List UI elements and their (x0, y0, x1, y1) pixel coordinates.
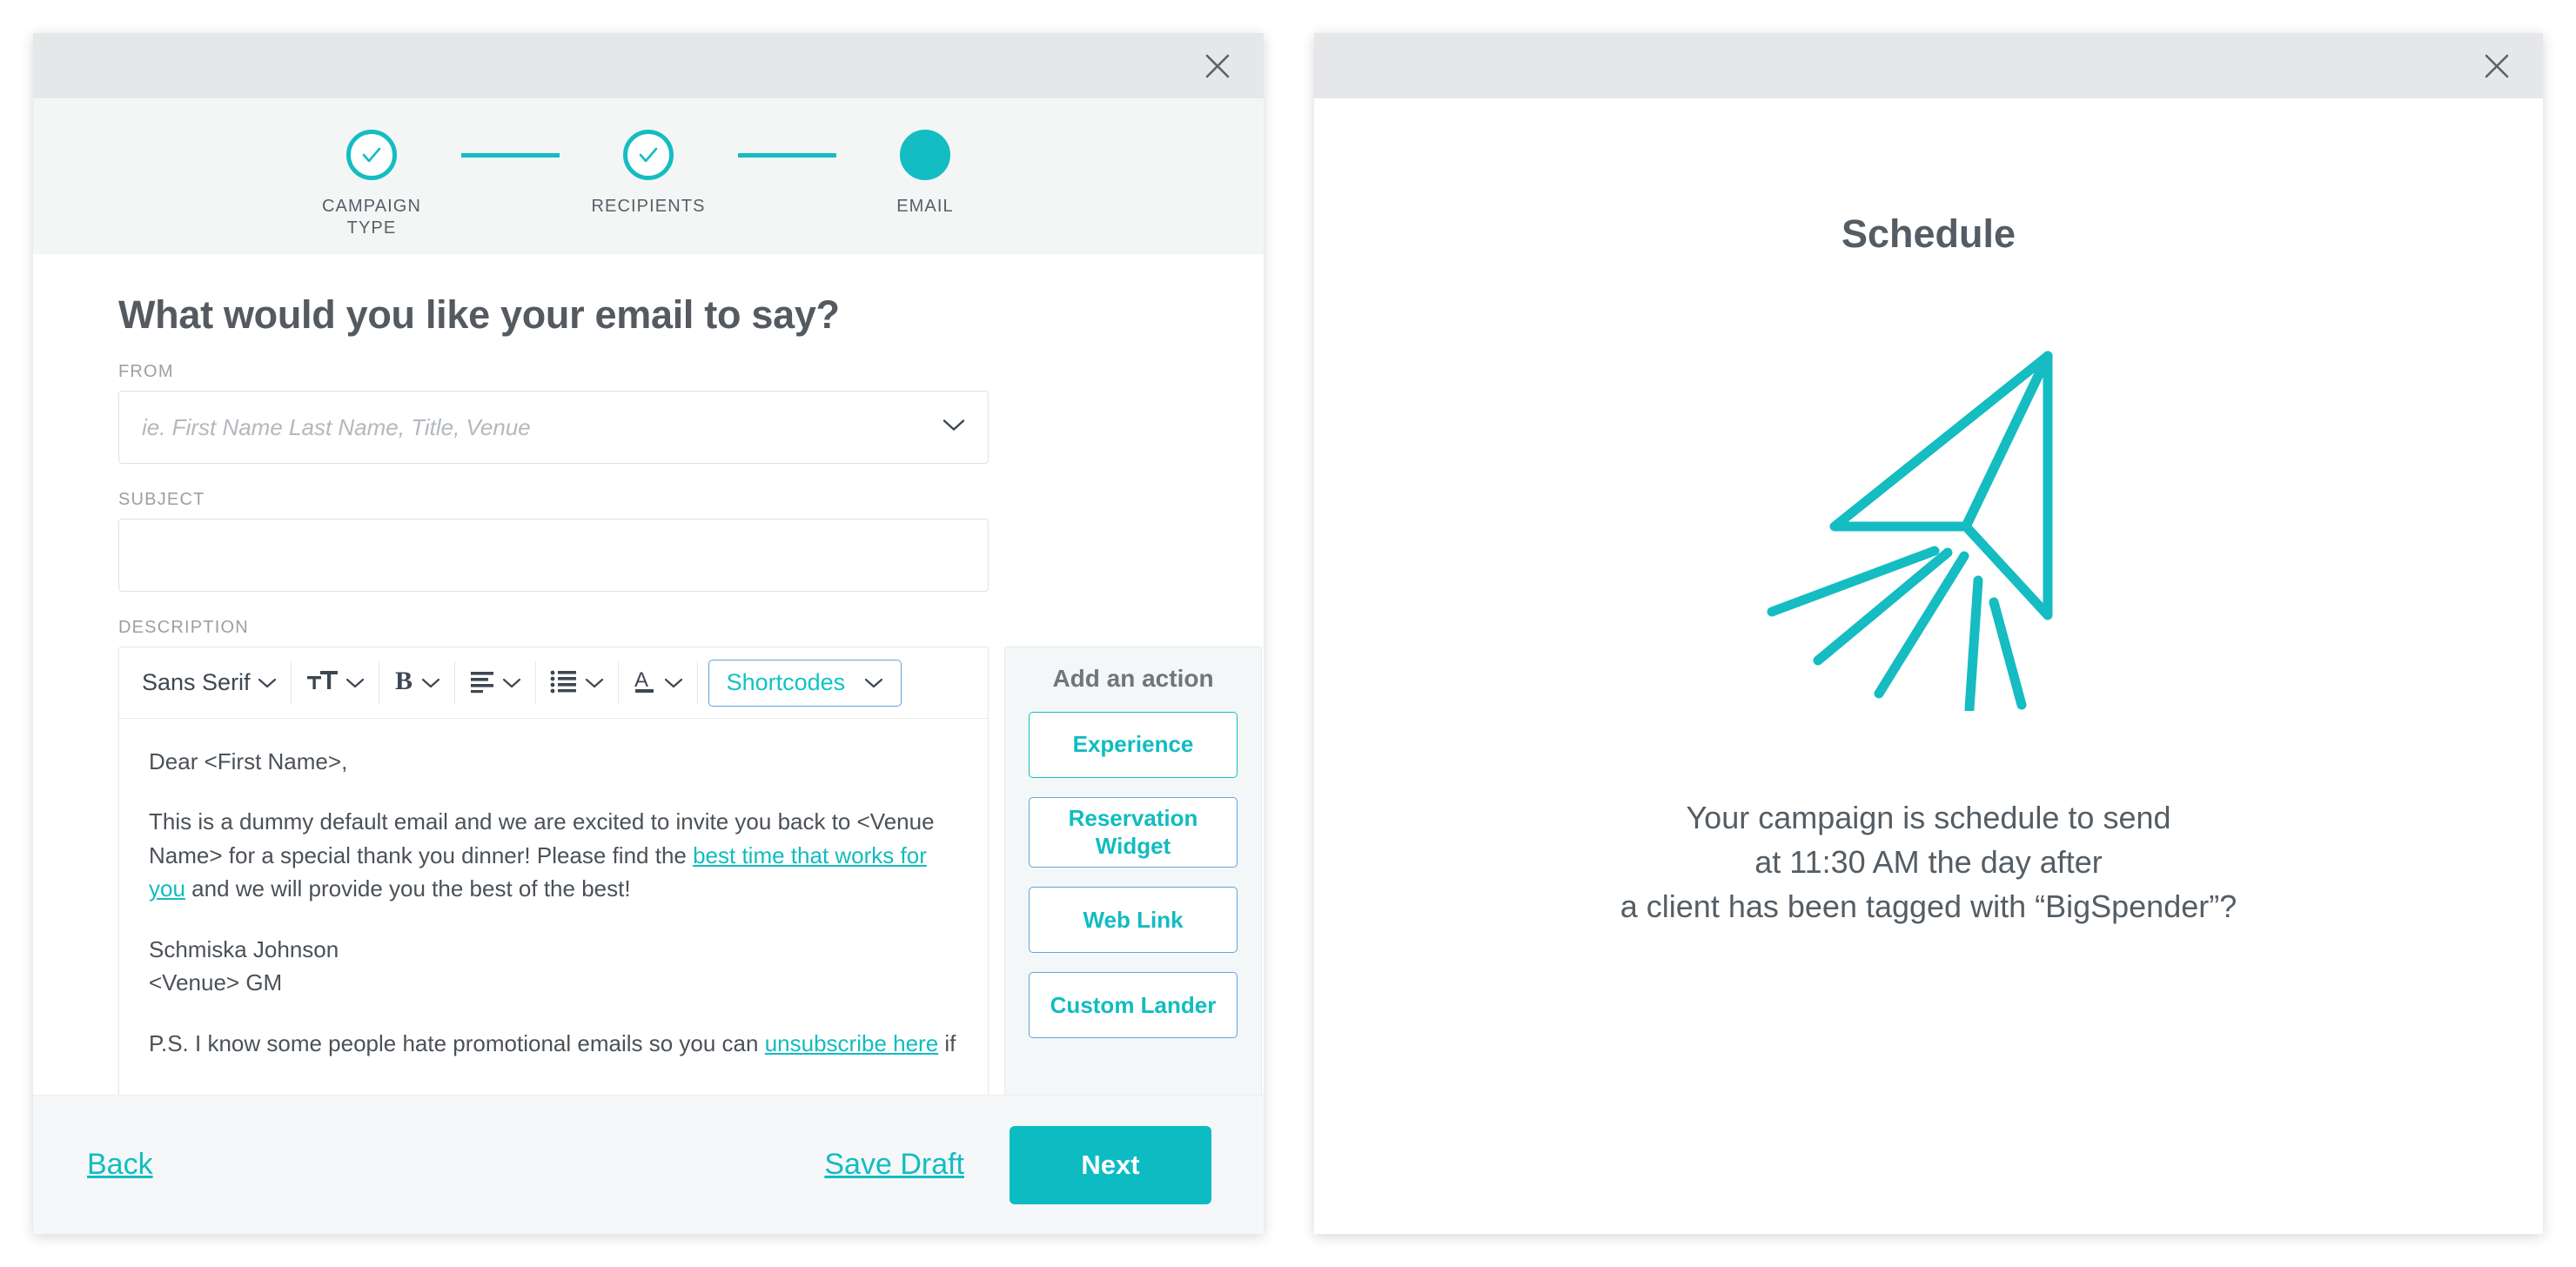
close-icon[interactable] (2477, 46, 2517, 86)
font-family-label: Sans Serif (142, 669, 251, 695)
email-signature-name: Schmiska Johnson (149, 935, 339, 962)
chevron-down-icon (421, 677, 440, 689)
back-button[interactable]: Back (87, 1148, 153, 1182)
text-color-icon: A (633, 667, 657, 699)
footer-right-actions: Save Draft Next (824, 1125, 1211, 1204)
save-draft-button[interactable]: Save Draft (824, 1148, 964, 1182)
step-email[interactable]: EMAIL (836, 126, 1015, 218)
step-circle-complete (346, 130, 397, 180)
modal-titlebar (1314, 33, 2543, 98)
schedule-title: Schedule (1841, 211, 2016, 256)
subject-input[interactable] (118, 519, 989, 592)
email-signature-title: <Venue> GM (149, 969, 283, 996)
from-select[interactable]: ie. First Name Last Name, Title, Venue (118, 391, 989, 464)
list-dropdown[interactable] (536, 660, 619, 705)
step-label-campaign-type: CAMPAIGN TYPE (322, 197, 421, 238)
bold-icon: B (393, 667, 414, 699)
add-action-title: Add an action (1052, 665, 1214, 692)
email-ps: P.S. I know some people hate promotional… (149, 1027, 958, 1067)
editor-toolbar: Sans Serif B A Shortcodes (119, 647, 988, 719)
email-ps-text-a: P.S. I know some people hate promotional… (149, 1029, 765, 1056)
step-label-recipients: RECIPIENTS (591, 197, 706, 216)
modal-body: What would you like your email to say? F… (33, 254, 1264, 1095)
schedule-message: Your campaign is schedule to send at 11:… (1620, 795, 2237, 928)
email-paragraph-1: This is a dummy default email and we are… (149, 805, 958, 905)
email-para1-text-b: and we will provide you the best of the … (184, 875, 631, 902)
schedule-message-line3: a client has been tagged with “BigSpende… (1620, 888, 2237, 925)
action-reservation-widget-button[interactable]: Reservation Widget (1029, 797, 1238, 868)
subject-label: SUBJECT (118, 490, 205, 509)
description-label: DESCRIPTION (118, 618, 249, 637)
action-custom-lander-button[interactable]: Custom Lander (1029, 972, 1238, 1039)
add-action-panel: Add an action Experience Reservation Wid… (1004, 647, 1262, 1095)
action-web-link-button[interactable]: Web Link (1029, 887, 1238, 954)
schedule-content: Schedule Your campaign is schedule to se… (1323, 107, 2534, 1225)
text-color-dropdown[interactable]: A (619, 660, 698, 705)
from-placeholder: ie. First Name Last Name, Title, Venue (142, 413, 531, 440)
align-dropdown[interactable] (455, 660, 536, 705)
modal-titlebar (33, 33, 1264, 98)
stepper-connector-2 (737, 126, 836, 184)
page-title: What would you like your email to say? (118, 292, 840, 337)
chevron-down-icon (258, 677, 277, 689)
shortcodes-label: Shortcodes (726, 669, 846, 695)
next-button[interactable]: Next (1010, 1125, 1211, 1204)
schedule-message-line1: Your campaign is schedule to send (1686, 800, 2171, 835)
svg-text:A: A (634, 668, 648, 692)
step-circle-current (900, 130, 950, 180)
step-label-email: EMAIL (896, 197, 954, 216)
chevron-down-icon (502, 677, 521, 689)
bold-dropdown[interactable]: B (379, 660, 455, 705)
font-family-dropdown[interactable]: Sans Serif (128, 660, 292, 705)
step-circle-complete (623, 130, 674, 180)
chevron-down-icon (864, 677, 883, 689)
from-label: FROM (118, 362, 174, 381)
paper-plane-icon (1741, 319, 2116, 715)
step-circle (623, 126, 674, 184)
rich-text-editor: Sans Serif B A Shortcodes Dear <First Na… (118, 647, 989, 1095)
schedule-message-line2: at 11:30 AM the day after (1754, 844, 2103, 881)
close-icon[interactable] (1197, 46, 1238, 86)
modal-footer: Back Save Draft Next (33, 1095, 1264, 1234)
step-campaign-type[interactable]: CAMPAIGN TYPE (283, 126, 461, 239)
check-icon (639, 147, 658, 163)
step-recipients[interactable]: RECIPIENTS (560, 126, 738, 218)
bulleted-list-icon (550, 667, 578, 698)
chevron-down-icon (664, 677, 683, 689)
check-icon (362, 147, 381, 163)
unsubscribe-link[interactable]: unsubscribe here (765, 1030, 938, 1056)
font-size-icon (305, 667, 339, 699)
chevron-down-icon (585, 677, 604, 689)
chevron-down-icon (345, 677, 365, 689)
action-experience-button[interactable]: Experience (1029, 712, 1238, 778)
schedule-confirmation-modal: Schedule Your campaign is schedule to se… (1314, 33, 2543, 1234)
stepper-connector-1 (460, 126, 560, 184)
shortcodes-dropdown[interactable]: Shortcodes (708, 659, 902, 707)
chevron-down-icon (943, 419, 965, 437)
editor-row: Sans Serif B A Shortcodes Dear <First Na… (118, 647, 1262, 1095)
font-size-dropdown[interactable] (292, 660, 379, 705)
step-circle (346, 126, 397, 184)
svg-text:B: B (395, 667, 413, 694)
screen: CAMPAIGN TYPE RECIPIENTS EMAIL What woul… (0, 0, 2576, 1267)
wizard-stepper: CAMPAIGN TYPE RECIPIENTS EMAIL (33, 98, 1264, 254)
step-circle (900, 126, 950, 184)
email-body-editor[interactable]: Dear <First Name>, This is a dummy defau… (119, 719, 988, 1067)
email-greeting: Dear <First Name>, (149, 748, 348, 774)
email-step-modal: CAMPAIGN TYPE RECIPIENTS EMAIL What woul… (33, 33, 1264, 1234)
align-left-icon (469, 667, 495, 698)
